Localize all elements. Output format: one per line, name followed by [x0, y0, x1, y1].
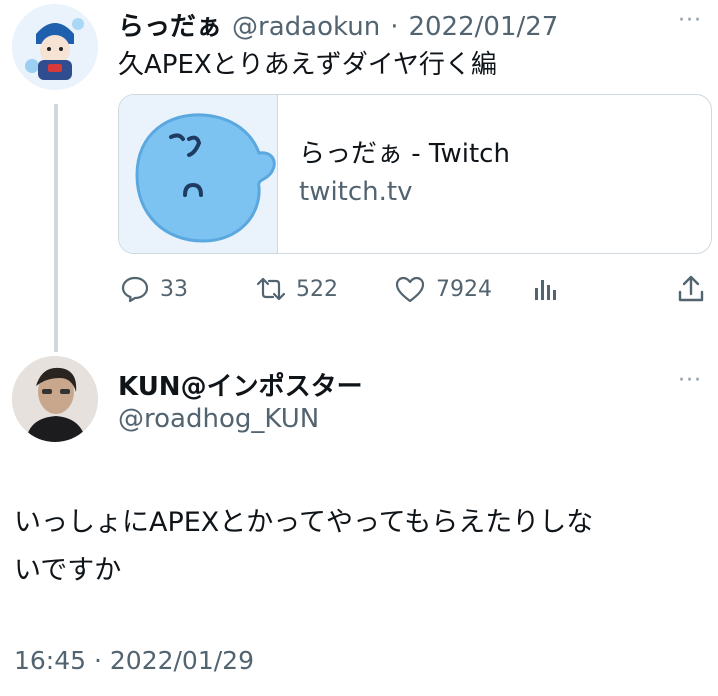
tweet2-more-icon[interactable]: ··· [678, 368, 702, 393]
thread-connector-line [54, 104, 58, 352]
share-button[interactable] [676, 272, 716, 306]
tweet1-text: 久APEXとりあえずダイヤ行く編 [118, 50, 497, 80]
tweet2-text-line1: いっしょにAPEXとかってやってもらえたりしな [14, 507, 594, 538]
tweet2-text-line2: いですか [14, 555, 122, 586]
blob-character-icon [119, 95, 277, 253]
tweet1-date[interactable]: 2022/01/27 [408, 12, 558, 42]
tweet1-separator: · [390, 12, 399, 42]
card-thumbnail [119, 95, 278, 253]
retweet-icon [256, 277, 286, 301]
heart-icon [395, 276, 425, 303]
tweet1-more-icon[interactable]: ··· [678, 8, 702, 33]
analytics-bars-icon [535, 280, 556, 300]
like-button[interactable]: 7924 [394, 272, 492, 306]
tweet1-header: らっだぁ @radaokun · 2022/01/27 [118, 6, 558, 43]
tweet1-handle[interactable]: @radaokun [232, 12, 380, 42]
reply-icon [121, 276, 149, 303]
tweet2-handle[interactable]: @roadhog_KUN [118, 404, 319, 434]
card-title[interactable]: らっだぁ - Twitch [299, 133, 510, 170]
avatar-photo [12, 356, 98, 442]
retweet-button[interactable]: 522 [256, 272, 338, 306]
avatar-roadhog-kun[interactable] [12, 356, 98, 442]
retweet-count: 522 [296, 276, 338, 302]
reply-count: 33 [160, 276, 188, 302]
tweet2-display-name[interactable]: KUN@インポスター [118, 366, 363, 403]
link-card[interactable]: らっだぁ - Twitch twitch.tv [118, 94, 712, 254]
reply-button[interactable]: 33 [120, 272, 188, 306]
tweet2-timestamp[interactable]: 16:45 · 2022/01/29 [14, 646, 254, 675]
like-count: 7924 [436, 276, 492, 302]
tweet1-display-name[interactable]: らっだぁ [118, 6, 222, 43]
avatar-radaokun[interactable] [12, 4, 98, 90]
avatar-illustration [12, 4, 98, 90]
share-upload-icon [678, 275, 704, 302]
card-domain[interactable]: twitch.tv [299, 177, 413, 207]
analytics-button[interactable] [532, 272, 570, 306]
